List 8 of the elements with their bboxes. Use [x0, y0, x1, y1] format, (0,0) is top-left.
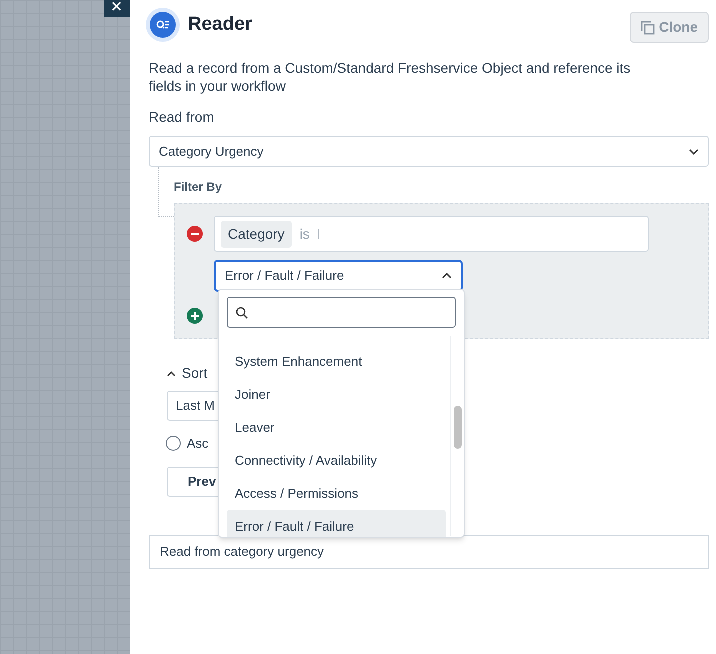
- read-from-label: Read from: [149, 108, 216, 127]
- description-text: Read a record from a Custom/Standard Freshservice Object and reference its fields in your workflow: [149, 59, 632, 95]
- panel-title: Reader: [188, 12, 252, 37]
- field-tag: Category: [221, 220, 292, 248]
- radio-label: Asc: [187, 435, 209, 453]
- operator-text: is: [300, 224, 310, 244]
- filter-by-label: Filter By: [174, 179, 224, 196]
- sort-label: Sort: [182, 364, 208, 383]
